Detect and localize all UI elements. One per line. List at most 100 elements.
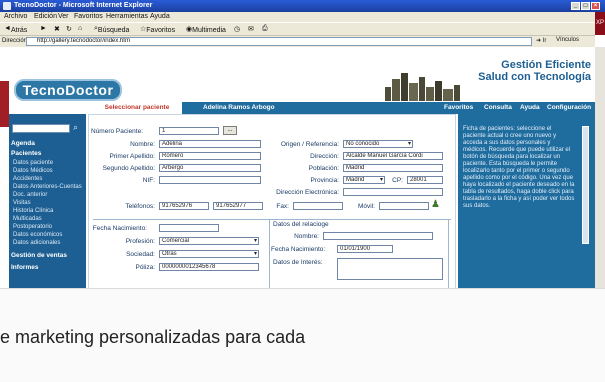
maximize-icon[interactable]: □ [581, 2, 590, 10]
poliza-input[interactable]: 0000000012345678 [159, 263, 259, 271]
nav-link-consulta[interactable]: Consulta [484, 102, 512, 114]
search-button[interactable]: ⌕ Búsqueda [94, 25, 129, 34]
menu-herramientas[interactable]: Herramientas [106, 12, 148, 22]
sociedad-select[interactable]: Otras [159, 250, 259, 258]
minimize-icon[interactable]: _ [571, 2, 580, 10]
links-label[interactable]: Vínculos [556, 37, 579, 43]
poliza-label: Póliza: [135, 264, 155, 271]
favorites-button[interactable]: ☆ Favoritos [140, 25, 175, 34]
fecha-nacimiento-input[interactable] [159, 224, 219, 232]
sidebar-item[interactable]: Datos adicionales [13, 240, 60, 246]
tab-patient-name[interactable]: Adelina Ramos Arbogo [203, 102, 275, 114]
back-label: Atrás [10, 27, 28, 34]
sidebar-item[interactable]: Datos paciente [13, 160, 53, 166]
movil-label: Móvil: [358, 203, 375, 210]
nif-label: NIF: [142, 177, 155, 184]
sidebar-item[interactable]: Historia Clínica [13, 208, 53, 214]
poblacion-label: Población: [308, 165, 339, 172]
relation-fecha-input[interactable]: 01/01/1900 [337, 245, 393, 253]
sidebar-item[interactable]: Datos Anteriores-Cuentas [13, 184, 82, 190]
relation-nombre-input[interactable] [323, 232, 433, 240]
sidebar-item[interactable]: Multicadas [13, 216, 42, 222]
menu-ayuda[interactable]: Ayuda [150, 12, 170, 22]
nav-link-ayuda[interactable]: Ayuda [520, 102, 540, 114]
sidebar-section-gestion[interactable]: Gestión de ventas [11, 252, 67, 259]
numero-paciente-label: Número Paciente: [91, 128, 144, 135]
refresh-icon[interactable]: ↻ [66, 25, 72, 33]
multimedia-button[interactable]: ◉ Multimedia [186, 25, 226, 34]
email-input[interactable] [343, 188, 443, 196]
go-button[interactable]: ➜ Ir [536, 37, 546, 44]
help-scrollbar[interactable] [582, 126, 589, 244]
search-label: Búsqueda [97, 27, 130, 34]
movil-input[interactable] [379, 202, 429, 210]
multimedia-label: Multimedia [192, 27, 226, 34]
sidebar-section-informes[interactable]: Informes [11, 264, 38, 271]
direccion-input[interactable]: Alcalde Manuel García Cordi [343, 152, 443, 160]
nif-input[interactable] [159, 176, 261, 184]
address-input[interactable]: http://gallery.tecnodoctor/index.htm [26, 37, 532, 46]
forward-icon[interactable]: ► [40, 25, 47, 32]
stop-icon[interactable]: ✖ [54, 25, 60, 33]
telefonos-label: Teléfonos: [125, 203, 155, 210]
back-button[interactable]: ◄ Atrás [4, 25, 27, 34]
sidebar-item[interactable]: Postoperatorio [13, 224, 52, 230]
relation-fecha-label: Fecha Nacimiento: [271, 246, 326, 253]
go-label: Ir [542, 38, 547, 44]
window-title: TecnoDoctor - Microsoft Internet Explore… [14, 2, 153, 9]
fax-label: Fax: [276, 203, 289, 210]
ie-icon [3, 2, 11, 10]
menu-archivo[interactable]: Archivo [4, 12, 27, 22]
menu-favoritos[interactable]: Favoritos [74, 12, 103, 22]
menu-bar: Archivo Edición Ver Favoritos Herramient… [0, 12, 595, 22]
profesion-select[interactable]: Comercial [159, 237, 259, 245]
poblacion-input[interactable]: Madrid [343, 164, 443, 172]
fax-input[interactable] [293, 202, 343, 210]
origen-select[interactable]: No conocido [343, 140, 413, 148]
numero-paciente-input[interactable]: 1 [159, 127, 219, 135]
segundo-apellido-input[interactable]: Arbergo [159, 164, 261, 172]
favorites-label: Favoritos [146, 27, 176, 34]
sidebar-item[interactable]: Datos económicos [13, 232, 62, 238]
caption-overlay: e marketing personalizadas para cada [0, 288, 605, 382]
search-icon[interactable]: ⌕ [73, 122, 78, 133]
sidebar-item[interactable]: Doc. anterior [13, 192, 47, 198]
sidebar-search-input[interactable] [12, 124, 70, 133]
origen-label: Origen / Referencia: [280, 141, 339, 148]
nombre-input[interactable]: Adelina [159, 140, 261, 148]
profesion-label: Profesión: [125, 238, 155, 245]
sidebar-item[interactable]: Visitas [13, 200, 31, 206]
telefono-1-input[interactable]: 917652976 [159, 202, 209, 210]
menu-edicion[interactable]: Edición [34, 12, 57, 22]
address-url: http://gallery.tecnodoctor/index.htm [37, 38, 130, 44]
cp-label: CP: [392, 177, 403, 184]
email-label: Dirección Electrónica: [276, 189, 339, 196]
relation-interes-textarea[interactable] [337, 258, 443, 280]
search-patient-button[interactable]: ... [223, 126, 237, 135]
help-text: Ficha de pacientes: seleccione el pacien… [463, 126, 575, 209]
address-label: Dirección [2, 38, 28, 44]
nav-link-favoritos[interactable]: Favoritos [444, 102, 473, 114]
menu-ver[interactable]: Ver [58, 12, 69, 22]
sidebar-section-pacientes[interactable]: Pacientes [11, 150, 41, 157]
tab-seleccionar-paciente[interactable]: Seleccionar paciente [92, 102, 182, 114]
sidebar-item[interactable]: Accidentes [13, 176, 42, 182]
provincia-label: Provincia: [310, 177, 339, 184]
app-logo: TecnoDoctor [14, 79, 122, 101]
print-icon[interactable]: ⎙ [262, 25, 268, 33]
telefono-2-input[interactable]: 917652977 [213, 202, 263, 210]
history-icon[interactable]: ◷ [234, 25, 240, 33]
primer-apellido-input[interactable]: Romero [159, 152, 261, 160]
sidebar-item[interactable]: Datos Médicos [13, 168, 53, 174]
user-icon[interactable]: ♟ [431, 199, 440, 210]
close-icon[interactable]: × [591, 2, 600, 10]
browser-toolbar: ◄ Atrás ► ✖ ↻ ⌂ ⌕ Búsqueda ☆ Favoritos ◉… [0, 22, 595, 36]
mail-icon[interactable]: ✉ [248, 25, 254, 33]
fecha-nacimiento-label: Fecha Nacimiento: [92, 225, 147, 232]
sidebar-section-agenda[interactable]: Agenda [11, 140, 35, 147]
app-header: TecnoDoctor Gestión Eficiente Salud con … [0, 47, 595, 102]
nav-link-configuracion[interactable]: Configuración [547, 102, 591, 114]
cp-input[interactable]: 28001 [407, 176, 443, 184]
home-icon[interactable]: ⌂ [78, 25, 82, 32]
provincia-select[interactable]: Madrid [343, 176, 385, 184]
